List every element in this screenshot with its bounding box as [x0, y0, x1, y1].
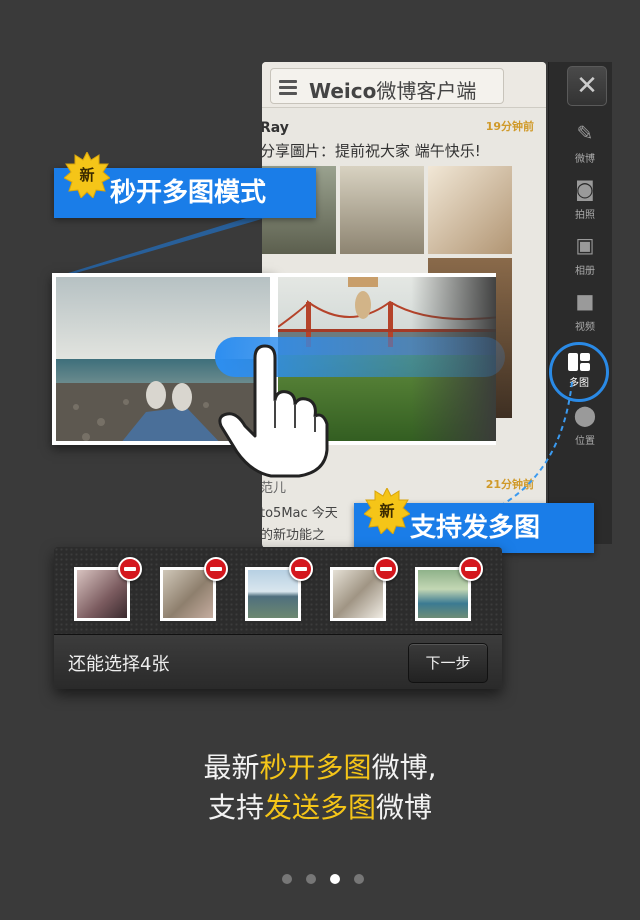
grid-image[interactable]	[428, 166, 512, 254]
feature-caption: 最新秒开多图微博, 支持发送多图微博	[0, 748, 640, 828]
sidebar-item-label: 视频	[575, 322, 595, 333]
feature-label-text: 支持发多图	[410, 513, 541, 543]
sidebar-item-video[interactable]: ■ 视频	[557, 288, 613, 338]
page-dot[interactable]	[354, 874, 364, 884]
page-indicator[interactable]	[280, 872, 370, 886]
grid-image[interactable]	[340, 166, 424, 254]
caption-line-2: 支持发送多图微博	[207, 791, 433, 824]
new-badge: 新	[363, 486, 411, 535]
minus-icon	[210, 567, 222, 571]
new-badge-text: 新	[79, 166, 95, 184]
minus-icon	[380, 567, 392, 571]
thumbnail-strip	[54, 547, 502, 635]
album-icon: ▣	[575, 233, 595, 257]
minus-icon	[465, 567, 477, 571]
menu-icon[interactable]	[279, 77, 297, 95]
sidebar-item-label: 相册	[575, 266, 595, 277]
feed-title-button[interactable]: Weico微博客户端	[270, 68, 504, 104]
close-icon: ✕	[576, 71, 598, 101]
feature-label-text: 秒开多图模式	[110, 178, 267, 208]
new-badge: 新	[63, 150, 111, 199]
remove-image-button[interactable]	[374, 557, 398, 581]
close-button[interactable]: ✕	[567, 66, 607, 106]
sidebar-item-camera[interactable]: ◙ 拍照	[557, 176, 613, 226]
remaining-count-text: 还能选择4张	[68, 654, 170, 675]
sidebar-item-album[interactable]: ▣ 相册	[557, 232, 613, 282]
caption-line-1: 最新秒开多图微博,	[203, 751, 437, 784]
minus-icon	[295, 567, 307, 571]
projection-wedge	[52, 210, 272, 280]
new-badge-text: 新	[379, 502, 395, 520]
camera-icon: ◙	[575, 177, 595, 201]
app-title: Weico微博客户端	[309, 79, 477, 103]
post-username[interactable]: Ray	[262, 120, 289, 136]
video-icon: ■	[575, 289, 595, 313]
remove-image-button[interactable]	[204, 557, 228, 581]
connector-line	[499, 381, 573, 507]
post-text: 的新功能之	[262, 528, 326, 543]
page-dot[interactable]	[306, 874, 316, 884]
multi-image-icon	[568, 353, 590, 371]
sidebar-item-label: 微博	[575, 154, 595, 165]
hand-pointer-icon	[218, 344, 329, 478]
sidebar-item-label: 拍照	[575, 210, 595, 221]
minus-icon	[124, 567, 136, 571]
remove-image-button[interactable]	[459, 557, 483, 581]
remove-image-button[interactable]	[118, 557, 142, 581]
post-timestamp: 19分钟前	[485, 120, 534, 133]
page-dot-active[interactable]	[330, 874, 340, 884]
post-text: 分享圖片：提前祝大家 端午快乐!	[262, 142, 481, 160]
next-step-button[interactable]: 下一步	[408, 643, 488, 683]
pen-icon: ✎	[576, 121, 594, 145]
page-dot[interactable]	[282, 874, 292, 884]
feed-header: Weico微博客户端	[262, 62, 546, 108]
tray-footer: 还能选择4张 下一步	[54, 635, 502, 689]
post-text: to5Mac 今天	[262, 506, 338, 521]
sidebar-item-weibo[interactable]: ✎ 微博	[557, 120, 613, 170]
remove-image-button[interactable]	[289, 557, 313, 581]
selected-images-tray: 还能选择4张 下一步	[54, 547, 502, 689]
